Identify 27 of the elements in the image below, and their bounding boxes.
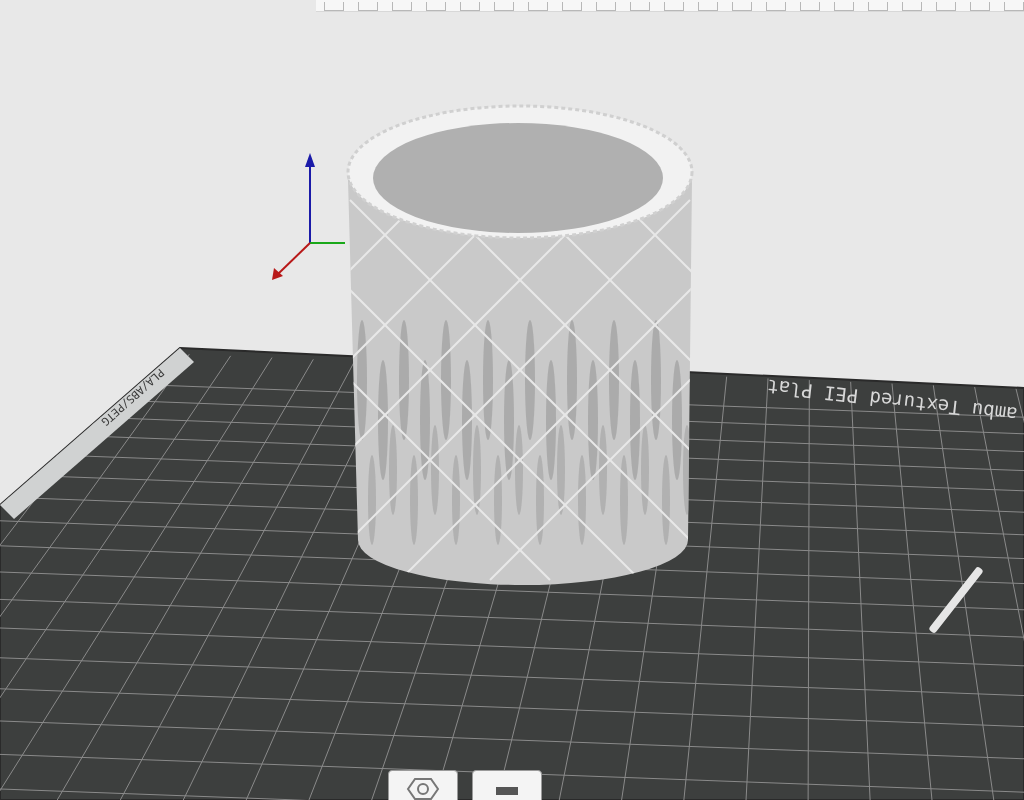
toolbar-icon[interactable] <box>868 2 888 11</box>
nut-tool-button[interactable] <box>388 770 458 800</box>
toolbar-icon[interactable] <box>358 2 378 11</box>
plate-tool-button[interactable] <box>472 770 542 800</box>
plate-icon <box>496 787 518 795</box>
toolbar-icon[interactable] <box>732 2 752 11</box>
toolbar-icon[interactable] <box>766 2 786 11</box>
toolbar-icon[interactable] <box>460 2 480 11</box>
toolbar-icon[interactable] <box>664 2 684 11</box>
plate-label: ambu Textured PEI Plat <box>765 375 1019 426</box>
toolbar-icon[interactable] <box>324 2 344 11</box>
toolbar-icon[interactable] <box>596 2 616 11</box>
toolbar-icon[interactable] <box>426 2 446 11</box>
hexagon-nut-icon <box>406 777 440 800</box>
toolbar-icon[interactable] <box>528 2 548 11</box>
toolbar-icon[interactable] <box>698 2 718 11</box>
toolbar-icon[interactable] <box>392 2 412 11</box>
toolbar-icon[interactable] <box>800 2 820 11</box>
toolbar-icon[interactable] <box>630 2 650 11</box>
toolbar-icon[interactable] <box>834 2 854 11</box>
toolbar-icon[interactable] <box>936 2 956 11</box>
vase-model-drawing[interactable] <box>346 104 694 585</box>
toolbar-icon[interactable] <box>562 2 582 11</box>
toolbar-icon[interactable] <box>494 2 514 11</box>
toolbar-icon[interactable] <box>902 2 922 11</box>
toolbar-icon[interactable] <box>970 2 990 11</box>
toolbar-icon[interactable] <box>1004 2 1024 11</box>
